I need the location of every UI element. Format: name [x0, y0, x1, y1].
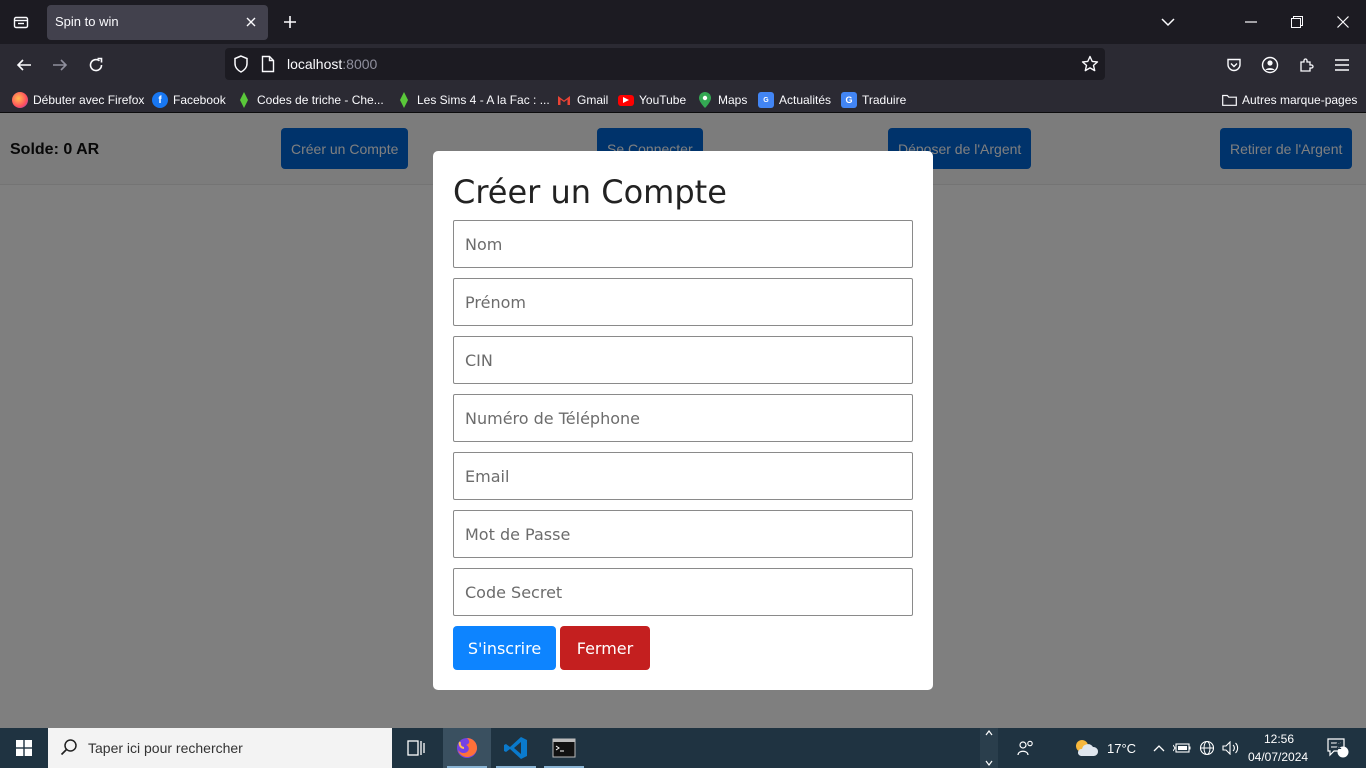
bookmark-translate[interactable]: G Traduire — [841, 91, 906, 109]
bookmark-facebook[interactable]: f Facebook — [152, 91, 226, 109]
temperature-text: 17°C — [1107, 741, 1137, 756]
firefox-icon — [12, 92, 28, 108]
bookmark-star-icon[interactable] — [1081, 55, 1099, 78]
plumbob-icon — [396, 92, 412, 108]
hamburger-menu-icon[interactable] — [1328, 51, 1356, 79]
gmail-icon — [556, 92, 572, 108]
taskbar-vscode[interactable] — [492, 728, 540, 768]
bookmark-maps[interactable]: Maps — [697, 91, 747, 109]
terminal-icon — [552, 738, 576, 758]
news-icon: G — [758, 92, 774, 108]
chevron-down-icon[interactable] — [985, 760, 993, 766]
task-view-icon[interactable] — [392, 728, 440, 768]
windows-taskbar: Taper ici pour rechercher 17°C 12:56 04/… — [0, 728, 1366, 768]
create-account-modal: Créer un Compte S'inscrire Fermer — [433, 151, 933, 690]
bookmark-label: Codes de triche - Che... — [257, 93, 384, 107]
url-port: :8000 — [342, 56, 378, 72]
cin-field[interactable] — [453, 336, 913, 384]
page-content: Solde: 0 AR Créer un Compte Se Connecter… — [0, 113, 1366, 728]
url-host: localhost — [287, 56, 343, 72]
battery-icon[interactable] — [1172, 728, 1192, 768]
weather-cloud-icon[interactable] — [1066, 728, 1106, 768]
notification-count: 2 — [1336, 741, 1342, 752]
bookmark-cheats[interactable]: Codes de triche - Che... — [236, 91, 384, 109]
youtube-icon — [618, 94, 634, 106]
bookmark-news[interactable]: G Actualités — [758, 91, 831, 109]
reload-icon[interactable] — [82, 51, 110, 79]
chevron-up-icon[interactable] — [1150, 728, 1168, 768]
search-icon — [60, 738, 78, 761]
taskbar-scroll[interactable] — [980, 728, 998, 768]
prenom-field[interactable] — [453, 278, 913, 326]
translate-icon: G — [841, 92, 857, 108]
network-globe-icon[interactable] — [1197, 728, 1217, 768]
browser-tabstrip: Spin to win — [0, 0, 1366, 44]
facebook-icon: f — [152, 92, 168, 108]
back-arrow-icon[interactable] — [10, 51, 38, 79]
forward-arrow-icon[interactable] — [46, 51, 74, 79]
tab-list-icon[interactable] — [0, 0, 42, 44]
bookmark-gmail[interactable]: Gmail — [556, 91, 608, 109]
modal-title: Créer un Compte — [453, 173, 727, 211]
account-icon[interactable] — [1256, 51, 1284, 79]
bookmark-youtube[interactable]: YouTube — [618, 91, 686, 109]
bookmarks-bar: Débuter avec Firefox f Facebook Codes de… — [0, 86, 1366, 113]
bookmark-label: Débuter avec Firefox — [33, 93, 145, 107]
minimize-icon[interactable] — [1228, 0, 1274, 44]
new-tab-icon[interactable] — [278, 10, 302, 34]
pocket-icon[interactable] — [1220, 51, 1248, 79]
browser-tab[interactable]: Spin to win — [47, 5, 268, 40]
search-placeholder: Taper ici pour rechercher — [88, 740, 243, 756]
phone-field[interactable] — [453, 394, 913, 442]
browser-navbar: localhost:8000 — [0, 44, 1366, 86]
signup-button[interactable]: S'inscrire — [453, 626, 556, 670]
windows-start-icon[interactable] — [0, 728, 48, 768]
taskbar-terminal[interactable] — [540, 728, 588, 768]
secret-code-field[interactable] — [453, 568, 913, 616]
bookmark-label: Maps — [718, 93, 748, 107]
chevron-down-icon[interactable] — [1145, 0, 1191, 44]
people-icon[interactable] — [1004, 728, 1048, 768]
extensions-icon[interactable] — [1292, 51, 1320, 79]
clock-date[interactable]: 04/07/2024 — [1248, 750, 1308, 764]
page-info-icon[interactable] — [261, 55, 275, 78]
nom-field[interactable] — [453, 220, 913, 268]
taskbar-firefox[interactable] — [443, 728, 491, 768]
chevron-up-icon[interactable] — [985, 730, 993, 736]
bookmark-label: YouTube — [639, 93, 687, 107]
url-text[interactable]: localhost:8000 — [287, 56, 377, 72]
url-bar[interactable]: localhost:8000 — [225, 48, 1105, 80]
notification-center-icon[interactable]: 2 — [1318, 728, 1358, 768]
email-field[interactable] — [453, 452, 913, 500]
bookmark-firefox[interactable]: Débuter avec Firefox — [12, 91, 144, 109]
close-window-icon[interactable] — [1320, 0, 1366, 44]
password-field[interactable] — [453, 510, 913, 558]
bookmark-label: Actualités — [779, 93, 832, 107]
volume-icon[interactable] — [1221, 728, 1241, 768]
firefox-icon — [457, 738, 477, 758]
close-tab-icon[interactable] — [242, 13, 260, 31]
plumbob-icon — [236, 92, 252, 108]
bookmark-label: Traduire — [862, 93, 907, 107]
bookmark-label: Facebook — [173, 93, 226, 107]
bookmark-label: Autres marque-pages — [1242, 93, 1358, 107]
tab-title: Spin to win — [55, 14, 119, 29]
taskbar-search-box[interactable]: Taper ici pour rechercher — [48, 728, 392, 768]
shield-icon[interactable] — [233, 55, 249, 78]
vscode-icon — [504, 737, 527, 759]
bookmark-label: Gmail — [577, 93, 609, 107]
bookmark-sims[interactable]: Les Sims 4 - A la Fac : ... — [396, 91, 550, 109]
maps-icon — [697, 92, 713, 108]
other-bookmarks[interactable]: Autres marque-pages — [1221, 91, 1357, 109]
restore-icon[interactable] — [1274, 0, 1320, 44]
clock-time[interactable]: 12:56 — [1264, 732, 1294, 746]
close-button[interactable]: Fermer — [560, 626, 650, 670]
bookmark-label: Les Sims 4 - A la Fac : ... — [417, 93, 550, 107]
folder-icon — [1221, 92, 1237, 108]
